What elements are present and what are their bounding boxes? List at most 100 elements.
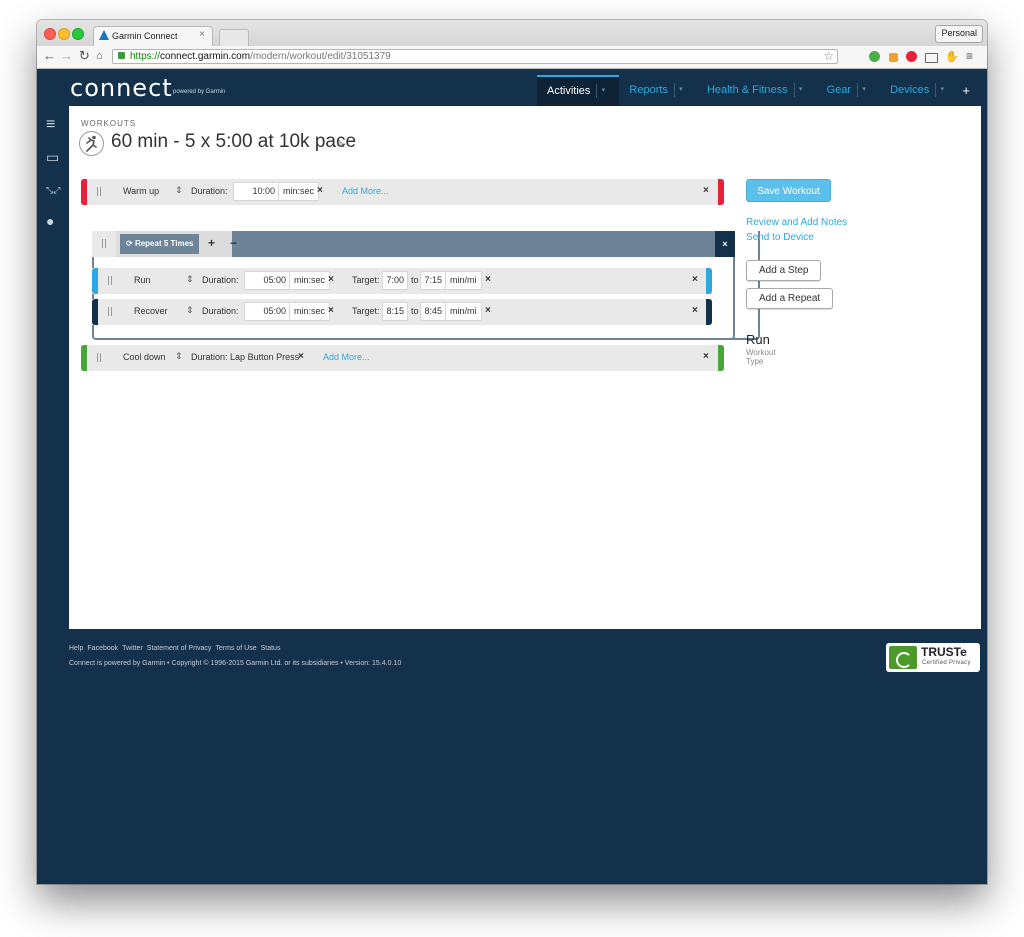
repeat-title-cell: ⟳ Repeat 5 Times + −: [116, 231, 237, 257]
target-to-input[interactable]: 8:45: [420, 302, 446, 321]
extension-leaf-icon[interactable]: [869, 51, 880, 62]
close-icon[interactable]: ×: [328, 305, 334, 316]
inbox-icon[interactable]: ▭: [46, 150, 59, 164]
add-repeat-button[interactable]: Add a Repeat: [746, 288, 834, 309]
duration-label[interactable]: Duration: Lap Button Press: [191, 352, 299, 362]
close-icon[interactable]: ×: [328, 274, 334, 285]
remove-step-icon[interactable]: ×: [703, 185, 709, 196]
chevron-down-icon[interactable]: ▾: [935, 83, 948, 98]
drag-handle-icon[interactable]: [97, 353, 101, 362]
nav-gear[interactable]: Gear ▾: [817, 75, 880, 106]
close-icon[interactable]: ×: [317, 185, 323, 196]
truste-badge[interactable]: TRUSTe Certified Privacy: [886, 643, 980, 672]
repeat-count-button[interactable]: ⟳ Repeat 5 Times: [120, 234, 200, 254]
nav-health-fitness[interactable]: Health & Fitness ▾: [697, 75, 817, 106]
user-icon[interactable]: ●: [46, 214, 54, 228]
new-tab-button[interactable]: [219, 29, 249, 46]
add-more-link[interactable]: Add More...: [323, 352, 370, 362]
home-icon[interactable]: ⌂: [96, 50, 103, 62]
close-icon[interactable]: ×: [298, 351, 304, 362]
extension-adblock-icon[interactable]: [906, 51, 917, 62]
add-step-button[interactable]: Add a Step: [746, 260, 822, 281]
browser-tab[interactable]: Garmin Connect ×: [93, 26, 213, 46]
duration-unit[interactable]: min:sec: [290, 302, 331, 321]
reload-icon[interactable]: ↻: [79, 48, 90, 64]
hamburger-menu-icon[interactable]: ≡: [46, 117, 55, 133]
footer-link-terms[interactable]: Terms of Use: [215, 645, 256, 652]
nav-activities[interactable]: Activities ▾: [537, 75, 620, 106]
app-header: connect powered by Garmin Activities ▾ Re…: [37, 69, 987, 106]
step-name[interactable]: Warm up: [123, 186, 159, 196]
sort-arrows-icon[interactable]: ⇕: [175, 185, 183, 196]
zoom-window-button[interactable]: [72, 28, 84, 40]
target-label: Target:: [352, 306, 380, 316]
remove-step-icon[interactable]: ×: [703, 351, 709, 362]
duration-unit[interactable]: min:sec: [290, 271, 331, 290]
repeat-header: ⟳ Repeat 5 Times + − ×: [92, 231, 735, 257]
footer-link-status[interactable]: Status: [261, 645, 281, 652]
footer-link-facebook[interactable]: Facebook: [87, 645, 118, 652]
target-unit[interactable]: min/mi: [446, 271, 482, 290]
menu-icon[interactable]: ≡: [966, 49, 973, 63]
sort-arrows-icon[interactable]: ⇕: [175, 351, 183, 362]
drag-handle-icon[interactable]: [102, 239, 106, 248]
step-name[interactable]: Cool down: [123, 352, 166, 362]
step-name[interactable]: Run: [134, 275, 151, 285]
sort-arrows-icon[interactable]: ⇕: [186, 274, 194, 285]
edit-pencil-icon[interactable]: ✎: [336, 138, 345, 151]
back-arrow-icon[interactable]: ←: [43, 48, 56, 63]
step-color-bar: [81, 179, 87, 205]
repeat-plus-button[interactable]: +: [208, 236, 215, 250]
drag-handle-icon[interactable]: [97, 187, 101, 196]
minimize-window-button[interactable]: [58, 28, 70, 40]
target-from-input[interactable]: 7:00: [382, 271, 408, 290]
chevron-down-icon[interactable]: ▾: [793, 83, 807, 98]
duration-input[interactable]: 10:00: [233, 182, 279, 201]
chevron-down-icon[interactable]: ▾: [596, 84, 609, 99]
bookmark-star-icon[interactable]: ☆: [823, 49, 834, 63]
sort-arrows-icon[interactable]: ⇕: [186, 305, 194, 316]
chevron-down-icon[interactable]: ▾: [673, 83, 687, 98]
connect-logo[interactable]: connect: [70, 74, 173, 102]
duration-input[interactable]: 05:00: [244, 271, 290, 290]
repeat-minus-button[interactable]: −: [230, 236, 237, 250]
drag-handle-icon[interactable]: [108, 307, 112, 316]
tab-bar: Garmin Connect × Personal: [37, 20, 987, 46]
nav-devices[interactable]: Devices ▾: [880, 75, 958, 106]
connections-icon[interactable]: ⤡⤢: [46, 183, 60, 197]
repeat-drag-cell[interactable]: [92, 231, 116, 257]
duration-unit[interactable]: min:sec: [279, 182, 320, 201]
tab-close-icon[interactable]: ×: [199, 29, 205, 40]
remove-repeat-button[interactable]: ×: [715, 231, 735, 257]
target-unit[interactable]: min/mi: [446, 302, 482, 321]
breadcrumb[interactable]: WORKOUTS: [81, 119, 136, 128]
step-name[interactable]: Recover: [134, 306, 168, 316]
step-color-bar: [718, 345, 724, 371]
close-icon[interactable]: ×: [485, 305, 491, 316]
remove-step-icon[interactable]: ×: [692, 305, 698, 316]
target-to-input[interactable]: 7:15: [420, 271, 446, 290]
plus-icon[interactable]: +: [962, 84, 970, 97]
footer-link-privacy[interactable]: Statement of Privacy: [147, 645, 212, 652]
extension-drive-icon[interactable]: [889, 53, 898, 62]
forward-arrow-icon[interactable]: →: [60, 48, 73, 63]
save-workout-button[interactable]: Save Workout: [746, 179, 831, 202]
profile-button[interactable]: Personal: [935, 25, 983, 43]
address-bar[interactable]: https://connect.garmin.com/modern/workou…: [112, 49, 838, 64]
send-to-device-link[interactable]: Send to Device: [746, 232, 814, 243]
nav-reports[interactable]: Reports ▾: [619, 75, 697, 106]
workout-type-value[interactable]: Run: [746, 332, 770, 347]
extension-hand-icon[interactable]: ✋: [945, 50, 959, 63]
close-icon[interactable]: ×: [485, 274, 491, 285]
footer-link-help[interactable]: Help: [69, 645, 83, 652]
drag-handle-icon[interactable]: [108, 276, 112, 285]
chevron-down-icon[interactable]: ▾: [857, 83, 870, 98]
footer-link-twitter[interactable]: Twitter: [122, 645, 143, 652]
duration-input[interactable]: 05:00: [244, 302, 290, 321]
add-more-link[interactable]: Add More...: [342, 186, 389, 196]
target-from-input[interactable]: 8:15: [382, 302, 408, 321]
remove-step-icon[interactable]: ×: [692, 274, 698, 285]
review-notes-link[interactable]: Review and Add Notes: [746, 217, 847, 228]
extension-cast-icon[interactable]: [925, 53, 938, 63]
close-window-button[interactable]: [44, 28, 56, 40]
